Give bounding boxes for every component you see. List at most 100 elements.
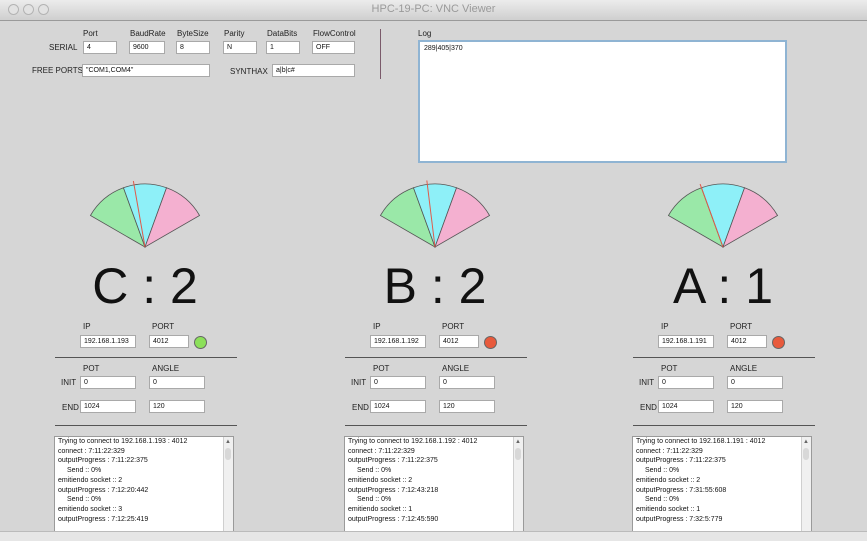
status-indicator	[194, 336, 207, 349]
log-line: emitiendo socket :: 3	[58, 505, 123, 513]
status-indicator	[772, 336, 785, 349]
end-label: END	[640, 403, 657, 412]
log-line: emitiendo socket :: 2	[636, 476, 701, 484]
synthax-field[interactable]: a|b|c#	[272, 64, 355, 77]
separator	[345, 425, 527, 426]
end-label: END	[62, 403, 79, 412]
free-ports-label: FREE PORTS	[32, 66, 83, 75]
init-label: INIT	[351, 378, 367, 387]
port-header: Port	[83, 29, 98, 38]
log-scrollbar[interactable]: ▲	[513, 437, 523, 534]
scroll-up-icon[interactable]: ▲	[803, 439, 809, 445]
log-line: outputProgress : 7:11:22:375	[348, 457, 438, 465]
log-line: Trying to connect to 192.168.1.191 : 401…	[636, 438, 766, 445]
log-scrollbar[interactable]: ▲	[223, 437, 233, 534]
log-text: 289|405|370	[424, 45, 463, 52]
ip-field[interactable]: 192.168.1.192	[370, 335, 426, 348]
synthax-label: SYNTHAX	[230, 67, 268, 76]
pot-label: POT	[373, 364, 390, 373]
end-pot-field[interactable]: 1024	[370, 400, 426, 413]
separator	[55, 425, 237, 426]
port-label: PORT	[152, 322, 175, 331]
init-pot-field[interactable]: 0	[658, 376, 714, 389]
log-line: outputProgress : 7:12:20:442	[58, 486, 149, 494]
ip-field[interactable]: 192.168.1.191	[658, 335, 714, 348]
panel-a: A : 1 IP PORT 192.168.1.191 4012 POT ANG…	[618, 170, 828, 535]
flowcontrol-field[interactable]: OFF	[312, 41, 355, 54]
serial-label: SERIAL	[49, 43, 78, 52]
port-field[interactable]: 4	[83, 41, 117, 54]
angle-label: ANGLE	[152, 364, 180, 373]
free-ports-field[interactable]: "COM1,COM4"	[82, 64, 210, 77]
panel-c: C : 2 IP PORT 192.168.1.193 4012 POT ANG…	[40, 170, 250, 535]
log-line: emitiendo socket :: 2	[348, 476, 413, 484]
log-line: outputProgress : 7:12:25:419	[58, 515, 149, 523]
ip-field[interactable]: 192.168.1.193	[80, 335, 136, 348]
log-textarea[interactable]: 289|405|370	[418, 40, 787, 163]
log-line: emitiendo socket :: 1	[348, 505, 413, 513]
bytesize-header: ByteSize	[177, 29, 209, 38]
separator	[345, 357, 527, 358]
databits-field[interactable]: 1	[266, 41, 300, 54]
log-line: outputProgress : 7:32:5:779	[636, 515, 723, 523]
end-angle-field[interactable]: 120	[727, 400, 783, 413]
divider	[380, 29, 381, 79]
port-field[interactable]: 4012	[439, 335, 479, 348]
port-field[interactable]: 4012	[149, 335, 189, 348]
log-line: outputProgress : 7:12:45:590	[348, 515, 439, 523]
angle-label: ANGLE	[442, 364, 470, 373]
port-label: PORT	[442, 322, 465, 331]
window-title: HPC-19-PC: VNC Viewer	[371, 3, 496, 15]
title-bar: HPC-19-PC: VNC Viewer	[0, 0, 867, 21]
baudrate-field[interactable]: 9600	[129, 41, 165, 54]
init-label: INIT	[639, 378, 655, 387]
pot-label: POT	[83, 364, 100, 373]
scroll-up-icon[interactable]: ▲	[225, 439, 231, 445]
scroll-thumb[interactable]	[515, 448, 521, 460]
end-angle-field[interactable]: 120	[149, 400, 205, 413]
end-pot-field[interactable]: 1024	[80, 400, 136, 413]
init-pot-field[interactable]: 0	[80, 376, 136, 389]
counter-label: B : 2	[383, 258, 487, 314]
bytesize-field[interactable]: 8	[176, 41, 210, 54]
end-label: END	[352, 403, 369, 412]
ip-label: IP	[373, 322, 381, 331]
port-field[interactable]: 4012	[727, 335, 767, 348]
ip-label: IP	[661, 322, 669, 331]
log-line: emitiendo socket :: 2	[58, 476, 123, 484]
init-angle-field[interactable]: 0	[439, 376, 495, 389]
log-scrollbar[interactable]: ▲	[801, 437, 811, 534]
counter-label: A : 1	[672, 258, 774, 314]
end-pot-field[interactable]: 1024	[658, 400, 714, 413]
pot-label: POT	[661, 364, 678, 373]
connection-log[interactable]: Trying to connect to 192.168.1.191 : 401…	[632, 436, 812, 535]
log-line: Send :: 0%	[645, 467, 680, 475]
log-line: Send :: 0%	[67, 467, 102, 475]
angle-label: ANGLE	[730, 364, 758, 373]
init-pot-field[interactable]: 0	[370, 376, 426, 389]
scroll-thumb[interactable]	[803, 448, 809, 460]
init-angle-field[interactable]: 0	[727, 376, 783, 389]
log-label: Log	[418, 29, 432, 38]
scroll-up-icon[interactable]: ▲	[515, 439, 521, 445]
parity-header: Parity	[224, 29, 245, 38]
init-angle-field[interactable]: 0	[149, 376, 205, 389]
connection-log[interactable]: Trying to connect to 192.168.1.192 : 401…	[344, 436, 524, 535]
log-line: emitiendo socket :: 1	[636, 505, 701, 513]
gauge-b	[379, 180, 491, 249]
parity-field[interactable]: N	[223, 41, 257, 54]
log-line: outputProgress : 7:12:43:218	[348, 486, 439, 494]
end-angle-field[interactable]: 120	[439, 400, 495, 413]
status-indicator	[484, 336, 497, 349]
scroll-thumb[interactable]	[225, 448, 231, 460]
gauge-a	[667, 183, 779, 249]
log-line: Send :: 0%	[645, 496, 680, 504]
counter-label: C : 2	[92, 258, 198, 314]
init-label: INIT	[61, 378, 77, 387]
log-line: connect : 7:11:22:329	[58, 447, 125, 455]
baudrate-header: BaudRate	[130, 29, 166, 38]
connection-log[interactable]: Trying to connect to 192.168.1.193 : 401…	[54, 436, 234, 535]
gauge-c	[89, 180, 201, 249]
ip-label: IP	[83, 322, 91, 331]
log-line: connect : 7:11:22:329	[348, 447, 415, 455]
